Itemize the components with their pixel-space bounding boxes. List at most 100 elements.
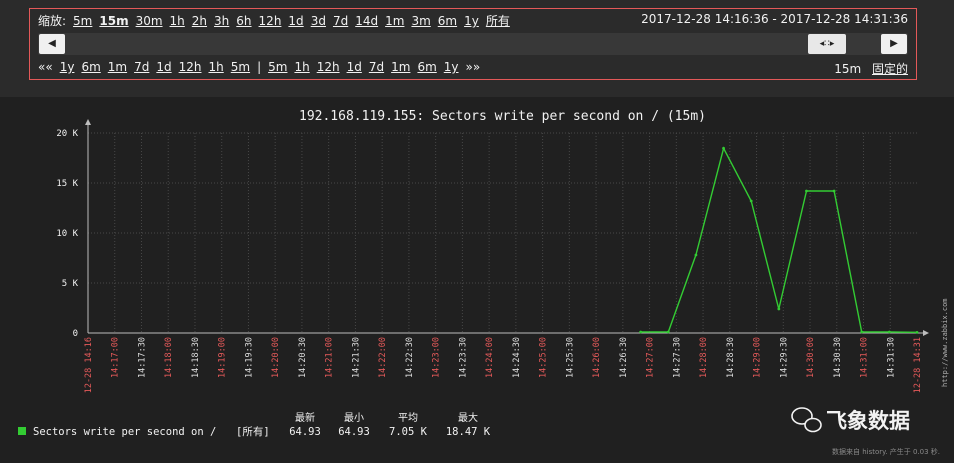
x-tick-label-0: 12-28 14:16 xyxy=(84,337,94,393)
nav-back-option-1[interactable]: 6m xyxy=(81,60,100,74)
x-tick-label-16: 14:24:30 xyxy=(512,337,522,378)
legend-scope: [所有] xyxy=(236,425,270,438)
x-tick-label-15: 14:24:00 xyxy=(485,337,495,378)
zoom-option-6[interactable]: 6h xyxy=(236,14,251,28)
zoom-option-4[interactable]: 2h xyxy=(192,14,207,28)
data-point-0-7 xyxy=(832,189,836,193)
x-tick-label-25: 14:29:00 xyxy=(753,337,763,378)
x-tick-label-17: 14:25:00 xyxy=(539,337,549,378)
zoom-option-12[interactable]: 1m xyxy=(385,14,404,28)
x-tick-label-2: 14:17:30 xyxy=(137,337,147,378)
data-point-0-6 xyxy=(805,189,808,193)
legend-color-swatch xyxy=(18,427,26,435)
graph-panel: 192.168.119.155: Sectors write per secon… xyxy=(0,97,954,463)
data-point-0-5 xyxy=(777,307,781,311)
nav-forward-option-7[interactable]: 1y xyxy=(444,60,459,74)
y-tick-label-3: 5 K xyxy=(62,279,79,289)
fixed-toggle[interactable]: 固定的 xyxy=(872,60,908,77)
nav-forward-option-0[interactable]: 5m xyxy=(268,60,287,74)
nav-back-option-6[interactable]: 1h xyxy=(209,60,224,74)
zoom-option-9[interactable]: 3d xyxy=(311,14,326,28)
line-chart: 192.168.119.155: Sectors write per secon… xyxy=(18,109,949,456)
nav-forward-option-4[interactable]: 7d xyxy=(369,60,384,74)
y-tick-label-1: 15 K xyxy=(56,179,78,189)
x-tick-label-10: 14:21:30 xyxy=(351,337,361,378)
legend-header-3: 最大 xyxy=(458,411,478,424)
legend-header-1: 最小 xyxy=(344,412,364,424)
zoom-option-13[interactable]: 3m xyxy=(411,14,430,28)
data-point-0-4 xyxy=(749,199,753,203)
x-tick-label-13: 14:23:00 xyxy=(432,337,442,378)
zoom-option-15[interactable]: 1y xyxy=(464,14,479,28)
legend-value-3: 18.47 K xyxy=(446,426,491,438)
nav-back-option-3[interactable]: 7d xyxy=(134,60,149,74)
zoom-option-14[interactable]: 6m xyxy=(438,14,457,28)
y-tick-label-0: 20 K xyxy=(56,129,78,139)
x-tick-label-8: 14:20:30 xyxy=(298,337,308,378)
scroll-right-button[interactable]: ▶ xyxy=(881,34,907,54)
x-tick-label-30: 14:31:30 xyxy=(886,337,896,378)
period-controls: 15m 固定的 xyxy=(834,60,908,77)
zoom-option-10[interactable]: 7d xyxy=(333,14,348,28)
zoom-option-0[interactable]: 5m xyxy=(73,14,92,28)
nav-forward-option-5[interactable]: 1m xyxy=(391,60,410,74)
wechat-bubble-small xyxy=(804,417,822,433)
nav-back-option-0[interactable]: 1y xyxy=(60,60,75,74)
nav-back-option-7[interactable]: 5m xyxy=(231,60,250,74)
scroll-left-button[interactable]: ◀ xyxy=(39,34,65,54)
x-tick-label-22: 14:27:30 xyxy=(672,337,682,378)
data-point-0-2 xyxy=(694,253,698,257)
x-tick-label-19: 14:26:00 xyxy=(592,337,602,378)
period-scrollbar[interactable]: ◀ ◂∷▸ ▶ xyxy=(38,33,908,55)
nav-back-option-2[interactable]: 1m xyxy=(108,60,127,74)
x-tick-label-6: 14:19:30 xyxy=(244,337,254,378)
data-point-0-9 xyxy=(887,330,891,334)
nav-forward-option-6[interactable]: 6m xyxy=(417,60,436,74)
nav-back-icon[interactable]: «« xyxy=(38,60,53,74)
x-tick-label-4: 14:18:30 xyxy=(191,337,201,378)
brand-text: 飞象数据 xyxy=(826,409,910,433)
x-tick-label-23: 14:28:00 xyxy=(699,337,709,378)
period-range: 2017-12-28 14:16:36 - 2017-12-28 14:31:3… xyxy=(641,12,908,26)
nav-forward-option-1[interactable]: 1h xyxy=(294,60,309,74)
zoom-option-11[interactable]: 14d xyxy=(355,14,378,28)
legend-value-2: 7.05 K xyxy=(389,426,428,438)
data-point-0-3 xyxy=(722,146,725,150)
x-tick-label-24: 14:28:30 xyxy=(726,337,736,378)
x-tick-label-7: 14:20:00 xyxy=(271,337,281,378)
wechat-icon xyxy=(791,407,822,433)
arrow-left-icon: ◀ xyxy=(48,38,56,49)
x-tick-label-3: 14:18:00 xyxy=(164,337,174,378)
zoom-option-1[interactable]: 15m xyxy=(99,14,128,28)
scroll-thumb[interactable]: ◂∷▸ xyxy=(808,34,846,54)
footer-note: 数据来自 history. 产生于 0.03 秒. xyxy=(832,447,940,456)
data-point-0-10 xyxy=(915,330,919,334)
x-axis-arrow-icon xyxy=(923,330,929,336)
nav-forward-option-3[interactable]: 1d xyxy=(347,60,362,74)
nav-back-option-5[interactable]: 12h xyxy=(179,60,202,74)
zoom-option-16[interactable]: 所有 xyxy=(486,12,510,29)
nav-forward-icon[interactable]: »» xyxy=(466,60,481,74)
y-tick-label-2: 10 K xyxy=(56,229,78,239)
zoom-row: 缩放: 5m 15m 30m 1h 2h 3h 6h 12h 1d 3d 7d 14d 1m 3m 6m 1y 所… xyxy=(38,12,908,28)
arrow-right-icon: ▶ xyxy=(890,38,898,49)
nav-separator: | xyxy=(257,60,262,74)
x-tick-label-9: 14:21:00 xyxy=(325,337,335,378)
period-length: 15m xyxy=(834,62,862,76)
zoom-option-2[interactable]: 30m xyxy=(136,14,163,28)
nav-back-option-4[interactable]: 1d xyxy=(156,60,171,74)
navigation-row: «« 1y 6m 1m 7d 1d 12h 1h 5m | 5m 1h 12h 1d 7d 1m 6m 1y»» … xyxy=(38,60,908,76)
zoom-option-3[interactable]: 1h xyxy=(170,14,185,28)
nav-forward-option-2[interactable]: 12h xyxy=(317,60,340,74)
x-tick-label-21: 14:27:00 xyxy=(646,337,656,378)
chart-title: 192.168.119.155: Sectors write per secon… xyxy=(299,109,706,124)
data-point-0-1 xyxy=(666,330,670,334)
legend-header-2: 平均 xyxy=(398,412,418,424)
zoom-options: 5m 15m 30m 1h 2h 3h 6h 12h 1d 3d 7d 14d 1m 3m 6m 1y 所有 xyxy=(73,12,517,29)
nav-forward-options: 5m 1h 12h 1d 7d 1m 6m 1y xyxy=(268,60,465,74)
time-control-panel: 缩放: 5m 15m 30m 1h 2h 3h 6h 12h 1d 3d 7d 14d 1m 3m 6m 1y 所… xyxy=(29,8,917,80)
zoom-option-8[interactable]: 1d xyxy=(288,14,303,28)
zoom-option-7[interactable]: 12h xyxy=(259,14,282,28)
legend-value-1: 64.93 xyxy=(338,426,370,438)
zoom-option-5[interactable]: 3h xyxy=(214,14,229,28)
